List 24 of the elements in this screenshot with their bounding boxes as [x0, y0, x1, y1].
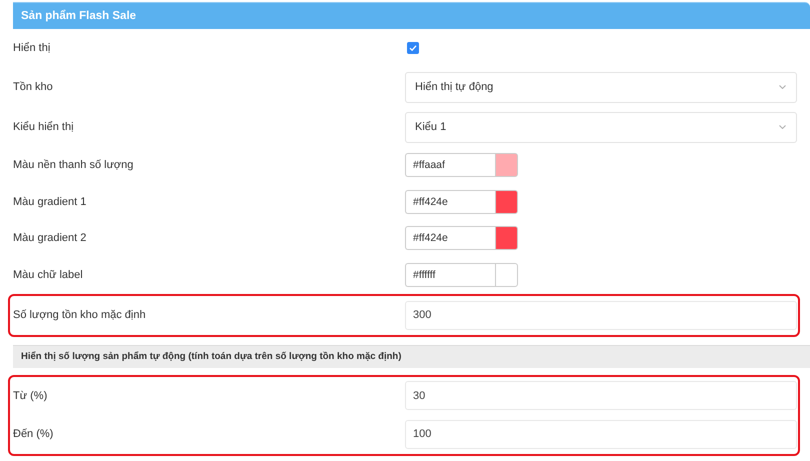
color-swatch[interactable] — [495, 153, 518, 178]
number-input[interactable]: 30 — [405, 381, 797, 410]
field-label: Màu gradient 1 — [13, 196, 88, 208]
color-swatch[interactable] — [495, 190, 518, 214]
field-label: Màu gradient 2 — [13, 232, 88, 244]
color-swatch[interactable] — [495, 262, 518, 287]
field-label: Từ (%) — [13, 390, 48, 402]
number-input[interactable]: 100 — [405, 420, 797, 449]
checkbox[interactable] — [407, 42, 419, 54]
field-label: Số lượng tồn kho mặc định — [13, 309, 147, 322]
chevron-down-icon — [779, 125, 786, 129]
section-title: Sản phẩm Flash Sale — [21, 10, 136, 22]
select-dropdown[interactable]: Hiển thị tự động — [405, 72, 797, 102]
field-label: Hiển thị — [13, 42, 52, 54]
field-label: Màu chữ label — [13, 268, 84, 281]
field-label: Màu nền thanh số lượng — [13, 159, 134, 172]
number-input[interactable]: 300 — [405, 300, 797, 330]
color-swatch[interactable] — [495, 226, 518, 250]
field-label: Kiểu hiển thị — [13, 121, 75, 133]
select-dropdown[interactable]: Kiểu 1 — [405, 112, 797, 142]
field-label: Tồn kho — [13, 81, 54, 93]
field-label: Đến (%) — [13, 428, 54, 440]
subheading: Hiển thị số lượng sản phẩm tự động (tính toán dựa trên số lượng tồn kho mặc định) — [21, 351, 402, 362]
chevron-down-icon — [779, 85, 786, 89]
